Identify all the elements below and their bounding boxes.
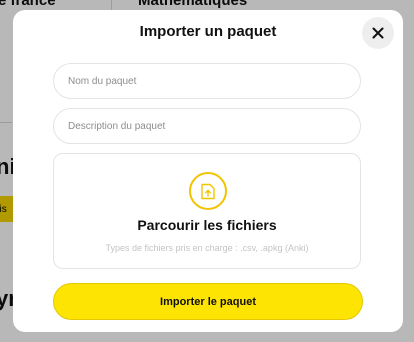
modal-title: Importer un paquet [139, 23, 277, 40]
import-deck-button[interactable]: Importer le paquet [53, 283, 363, 320]
deck-description-input[interactable] [53, 108, 361, 144]
file-dropzone[interactable]: Parcourir les fichiers Types de fichiers… [53, 153, 361, 269]
supported-file-types-hint: Types de fichiers pris en charge : .csv,… [105, 243, 309, 253]
file-upload-icon [189, 172, 227, 210]
browse-files-label: Parcourir les fichiers [137, 217, 277, 233]
close-icon [372, 27, 384, 39]
import-deck-modal: Importer un paquet Parcourir les fichier… [13, 10, 403, 332]
deck-name-input[interactable] [53, 63, 361, 99]
close-button[interactable] [362, 17, 394, 49]
